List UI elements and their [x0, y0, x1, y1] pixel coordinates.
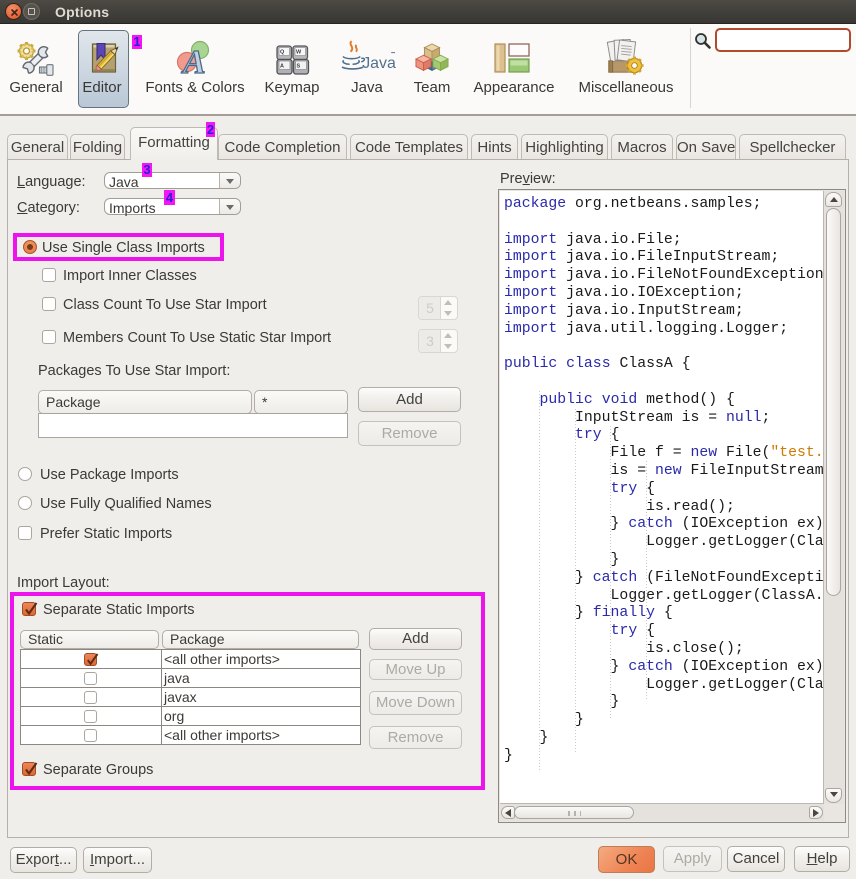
svg-text:A: A [181, 44, 206, 76]
svg-text:A: A [280, 64, 284, 70]
svg-text:Q: Q [280, 50, 285, 56]
svg-text:W: W [296, 50, 302, 56]
svg-text:Java: Java [362, 55, 396, 72]
svg-text:S: S [297, 64, 301, 70]
